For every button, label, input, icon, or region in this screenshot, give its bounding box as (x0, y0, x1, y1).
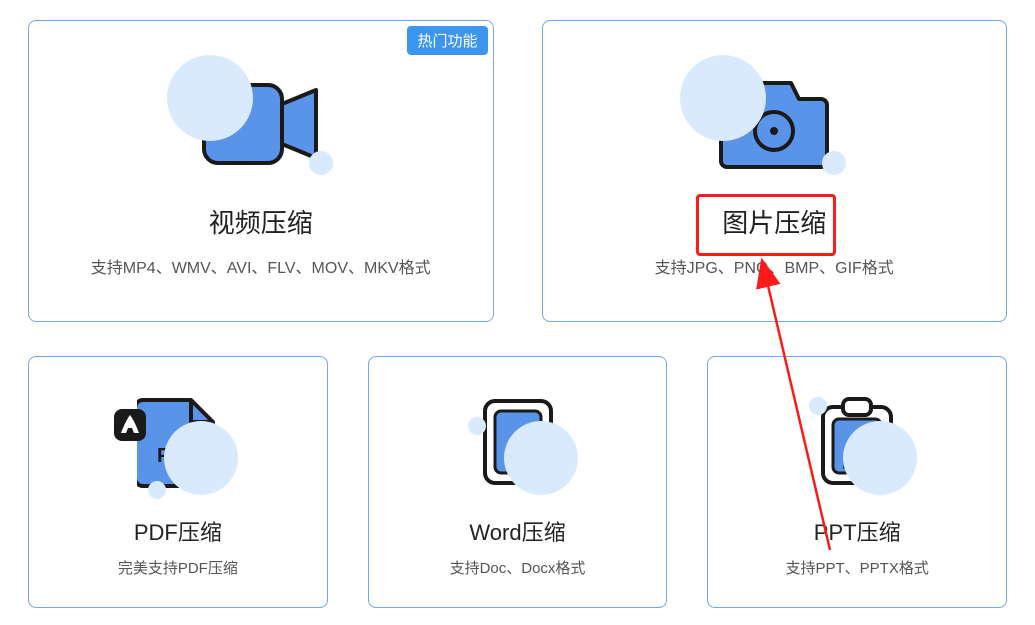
word-icon-zone: W (448, 387, 588, 497)
pdf-title: PDF压缩 (134, 515, 222, 547)
video-title: 视频压缩 (209, 203, 313, 240)
pdf-subtitle: 完美支持PDF压缩 (118, 557, 238, 578)
video-subtitle: 支持MP4、WMV、AVI、FLV、MOV、MKV格式 (91, 254, 431, 278)
video-icon-zone (171, 65, 351, 185)
ppt-title: PPT压缩 (814, 515, 901, 547)
image-subtitle: 支持JPG、PNG、BMP、GIF格式 (655, 254, 894, 278)
badge-hot: 热门功能 (407, 26, 487, 55)
card-word-compress[interactable]: W Word压缩 支持Doc、Docx格式 (368, 356, 668, 608)
image-title: 图片压缩 (722, 203, 826, 240)
card-pdf-compress[interactable]: PDF PDF压缩 完美支持PDF压缩 (28, 356, 328, 608)
ppt-subtitle: 支持PPT、PPTX格式 (786, 557, 929, 578)
card-video-compress[interactable]: 热门功能 视频压缩 支持MP4、WMV、AVI、FLV、MOV、MKV格式 (28, 20, 494, 322)
card-ppt-compress[interactable]: PPT PPT压缩 支持PPT、PPTX格式 (707, 356, 1007, 608)
word-subtitle: 支持Doc、Docx格式 (450, 557, 586, 578)
pdf-icon-zone: PDF (108, 387, 248, 497)
word-title: Word压缩 (469, 515, 565, 547)
card-image-compress[interactable]: 图片压缩 支持JPG、PNG、BMP、GIF格式 (542, 20, 1008, 322)
adobe-badge-icon (112, 407, 148, 443)
ppt-icon-zone: PPT (787, 387, 927, 497)
image-icon-zone (684, 65, 864, 185)
